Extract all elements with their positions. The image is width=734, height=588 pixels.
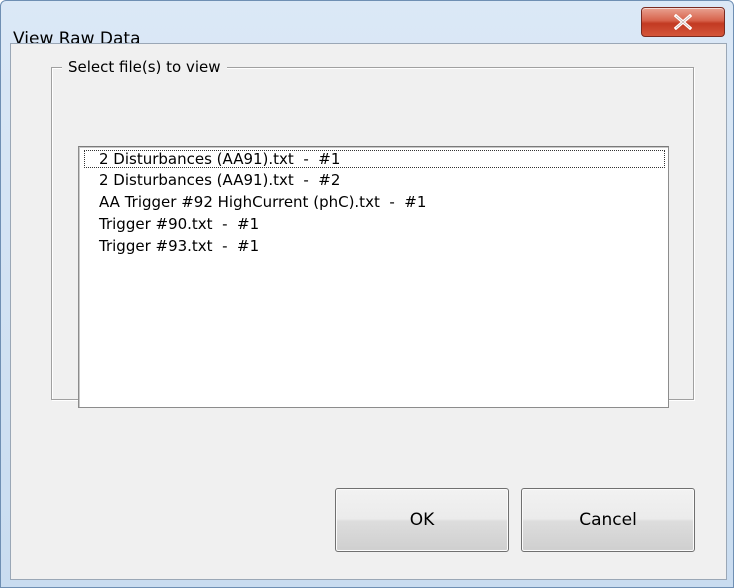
close-button[interactable] [641, 7, 725, 37]
file-list-item[interactable]: 2 Disturbances (AA91).txt - #1 [83, 149, 666, 169]
groupbox-label: Select file(s) to view [62, 57, 227, 77]
file-list-item[interactable]: Trigger #93.txt - #1 [79, 235, 668, 257]
file-list-item[interactable]: AA Trigger #92 HighCurrent (phC).txt - #… [79, 191, 668, 213]
title-bar[interactable]: View Raw Data [1, 1, 733, 48]
file-list-item[interactable]: 2 Disturbances (AA91).txt - #2 [79, 169, 668, 191]
cancel-button[interactable]: Cancel [521, 488, 695, 552]
ok-button[interactable]: OK [335, 488, 509, 552]
close-icon [674, 14, 692, 30]
file-listbox[interactable]: 2 Disturbances (AA91).txt - #1 2 Disturba… [78, 146, 669, 408]
file-list-item[interactable]: Trigger #90.txt - #1 [79, 213, 668, 235]
